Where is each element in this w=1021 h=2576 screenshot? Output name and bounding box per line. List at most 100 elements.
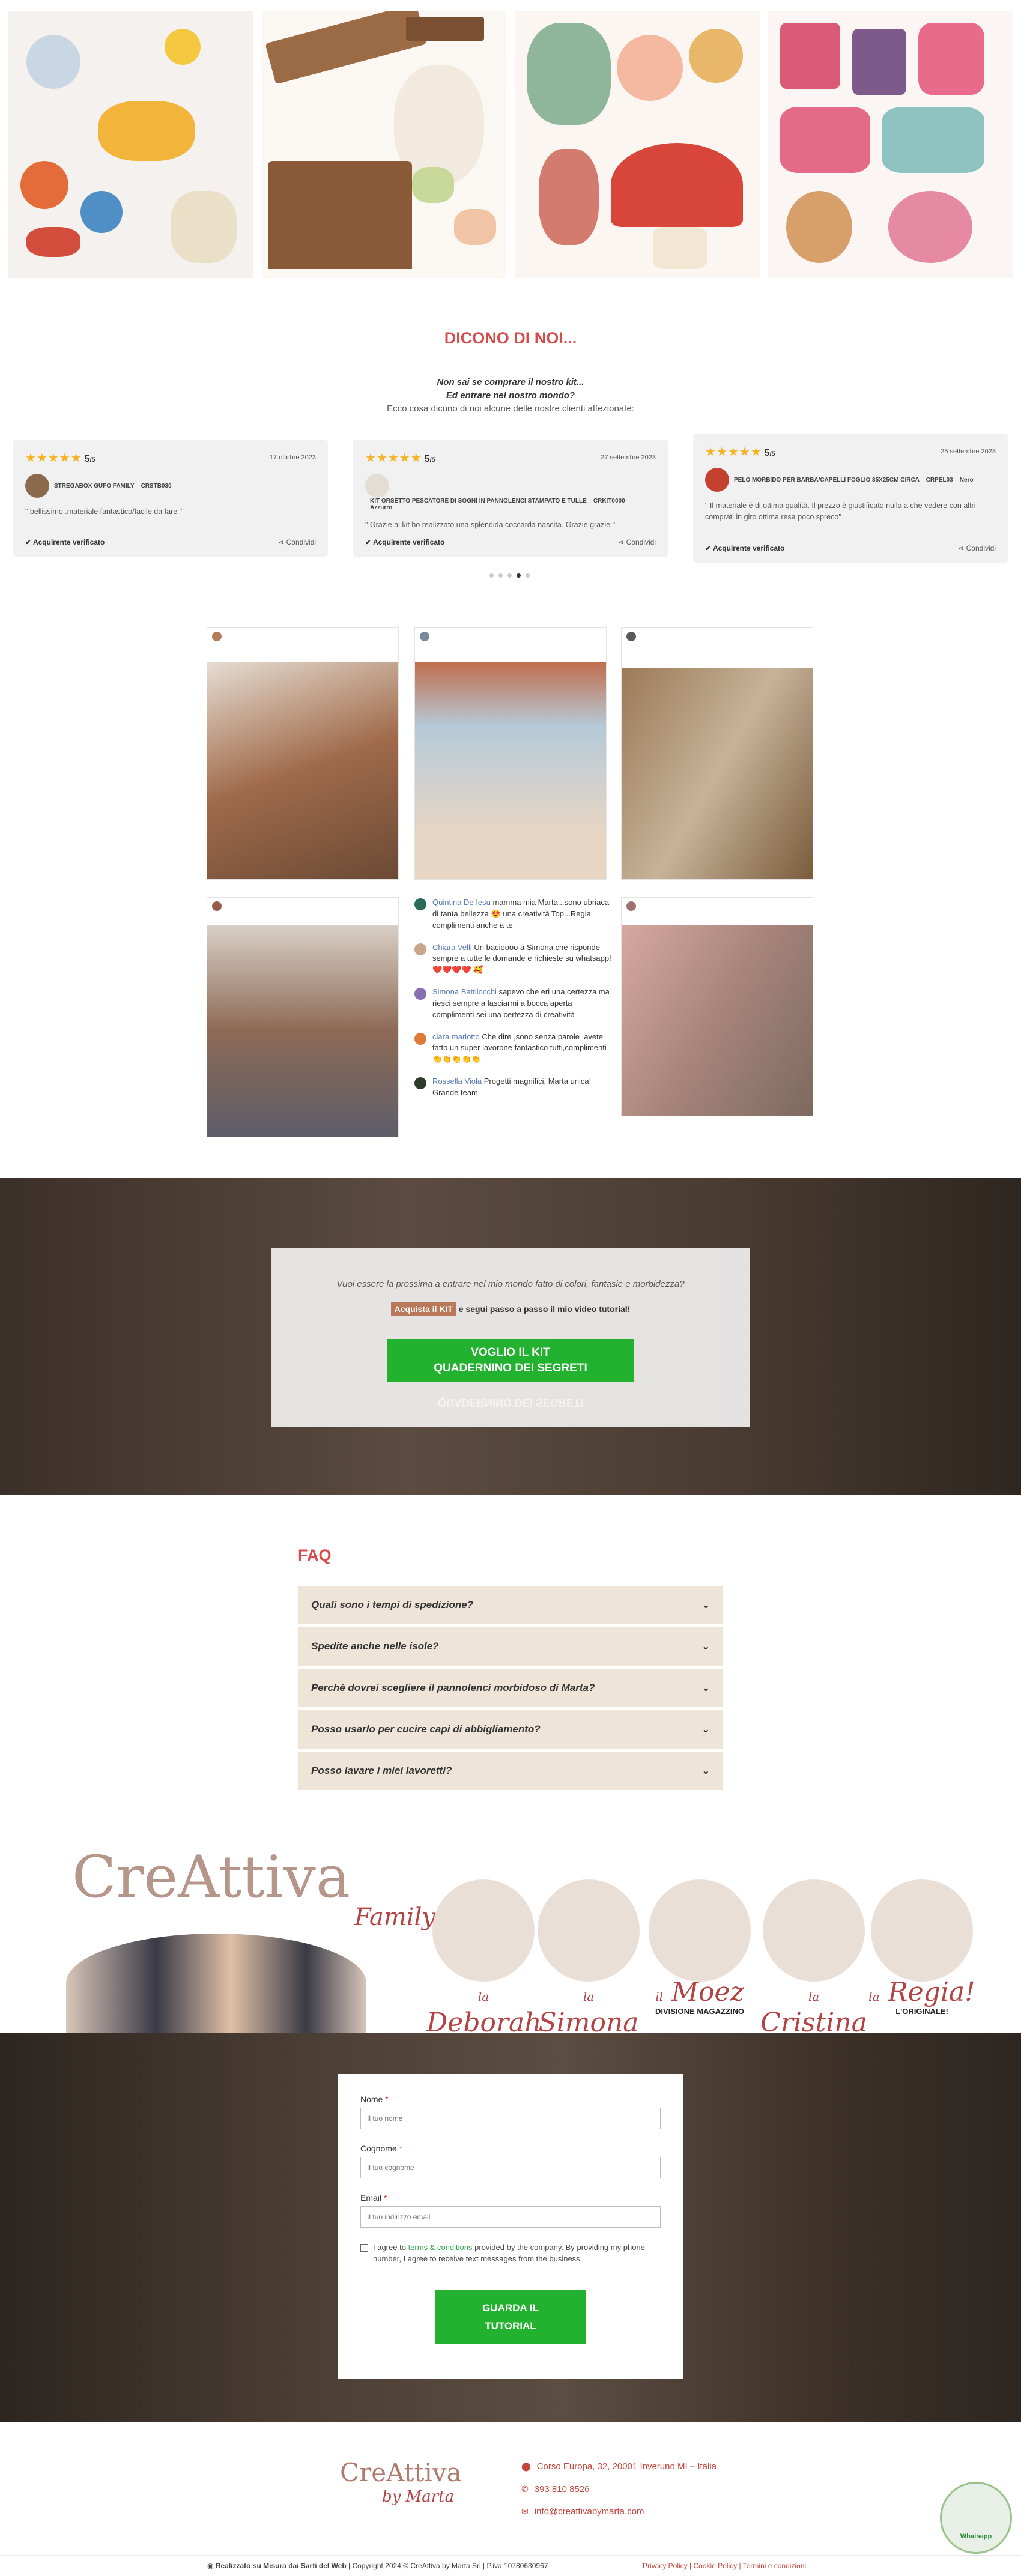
social-post[interactable] xyxy=(621,897,813,1116)
comments-panel: Quintina De Iesu mamma mia Marta...sono … xyxy=(414,897,613,1110)
faq-item[interactable]: Spedite anche nelle isole? ⌄ xyxy=(298,1627,723,1666)
review-card: ★★★★★ 5/5 17 ottobre 2023 STREGABOX GUFO … xyxy=(13,440,328,557)
member-photo xyxy=(763,1879,865,1982)
check-circle-icon: ✔ xyxy=(705,544,712,552)
review-date: 25 settembre 2023 xyxy=(941,448,996,455)
surname-field[interactable] xyxy=(360,2157,661,2178)
watch-tutorial-button[interactable]: GUARDA IL TUTORIAL xyxy=(435,2290,586,2344)
review-product[interactable]: KIT ORSETTO PESCATORE DI SOGNI IN PANNOL… xyxy=(370,498,634,511)
chevron-down-icon: ⌄ xyxy=(701,1725,710,1735)
copyright-bar: ◉ Realizzato su Misura dai Sarti del Web… xyxy=(0,2555,1021,2576)
whatsapp-badge[interactable]: Whatsapp xyxy=(940,2482,1012,2554)
email-field[interactable] xyxy=(360,2206,661,2228)
product-image-farm[interactable] xyxy=(261,11,506,278)
reviews-title: DICONO DI NOI... xyxy=(444,329,577,347)
review-text: " bellissimo..materiale fantastico/facil… xyxy=(25,507,183,516)
social-post[interactable] xyxy=(207,627,399,880)
signup-form: Nome * Cognome * Email * I agree to term… xyxy=(338,2074,683,2379)
avatar xyxy=(414,898,426,910)
legal-links[interactable]: Privacy Policy | Cookie Policy | Termini… xyxy=(643,2562,806,2570)
avatar xyxy=(626,901,636,911)
footer-phone[interactable]: ✆ 393 810 8526 xyxy=(521,2484,590,2494)
surname-label: Cognome * xyxy=(360,2144,403,2153)
post-image xyxy=(622,925,813,1116)
comment: Quintina De Iesu mamma mia Marta...sono … xyxy=(414,897,613,931)
post-image xyxy=(207,662,398,879)
web-tailor-icon: ◉ xyxy=(207,2562,214,2570)
post-image xyxy=(415,662,606,879)
family-group-photo xyxy=(66,1934,366,2033)
chevron-down-icon: ⌄ xyxy=(701,1642,710,1652)
footer: CreAttiva by Marta ⬤ Corso Europa, 32, 20… xyxy=(0,2422,1021,2576)
chevron-down-icon: ⌄ xyxy=(701,1766,710,1776)
comment: Simona Battilocchi sapevo che eri una ce… xyxy=(414,987,613,1021)
comment: clara mariotto Che dire ,sono senza paro… xyxy=(414,1032,613,1066)
kit-link[interactable]: Acquista il KIT xyxy=(390,1302,456,1316)
check-circle-icon: ✔ xyxy=(25,538,32,546)
product-thumbnail xyxy=(705,468,729,492)
faq-item[interactable]: Perché dovrei scegliere il pannolenci mo… xyxy=(298,1669,723,1707)
share-button[interactable]: ⋖ Condividi xyxy=(278,538,316,546)
faq-item[interactable]: Posso usarlo per cucire capi di abbiglia… xyxy=(298,1710,723,1749)
review-date: 27 settembre 2023 xyxy=(601,454,656,461)
post-image xyxy=(207,925,398,1137)
faq-item[interactable]: Posso lavare i miei lavoretti? ⌄ xyxy=(298,1752,723,1790)
cta-subtext: Acquista il KIT e segui passo a passo il… xyxy=(271,1302,750,1316)
social-post[interactable] xyxy=(207,897,399,1137)
faq-title: FAQ xyxy=(298,1546,332,1564)
map-pin-icon: ⬤ xyxy=(521,2461,531,2471)
product-image-town[interactable] xyxy=(768,11,1013,278)
review-product[interactable]: STREGABOX GUFO FAMILY – CRSTB030 xyxy=(54,483,172,489)
faq-item[interactable]: Quali sono i tempi di spedizione? ⌄ xyxy=(298,1586,723,1624)
carousel-dot[interactable] xyxy=(526,573,530,578)
carousel-dot[interactable] xyxy=(498,573,503,578)
product-image-space[interactable] xyxy=(8,11,253,278)
product-thumbnail xyxy=(365,474,389,498)
verified-badge: ✔ Acquirente verificato xyxy=(705,544,785,552)
avatar xyxy=(414,988,426,1000)
team-member: la Simona SERVIZIO CLIENTI xyxy=(532,1879,646,2046)
avatar xyxy=(212,632,222,641)
avatar xyxy=(420,632,429,641)
team-member: la Deborah DIVISIONE INGROSSO xyxy=(426,1879,542,2046)
share-icon: ⋖ xyxy=(618,538,625,546)
post-header xyxy=(207,628,398,653)
star-rating-icon: ★★★★★ xyxy=(705,446,762,459)
review-card: ★★★★★ 5/5 25 settembre 2023 PELO MORBIDO … xyxy=(693,434,1008,563)
product-gallery xyxy=(0,0,1021,288)
buy-kit-button[interactable]: VOGLIO IL KIT QUADERNINO DEI SEGRETI xyxy=(387,1339,634,1382)
comment: Chiara Velli Un bacioooo a Simona che ri… xyxy=(414,942,613,976)
review-product[interactable]: PELO MORBIDO PER BARBA/CAPELLI FOGLIO 35… xyxy=(734,477,974,483)
chevron-down-icon: ⌄ xyxy=(701,1600,710,1610)
footer-logo-sub: by Marta xyxy=(382,2488,455,2506)
footer-email[interactable]: ✉ info@creattivabymarta.com xyxy=(521,2506,644,2517)
name-field[interactable] xyxy=(360,2108,661,2129)
share-icon: ⋖ xyxy=(278,538,285,546)
terms-link[interactable]: terms & conditions xyxy=(408,2243,473,2252)
footer-logo[interactable]: CreAttiva xyxy=(340,2458,462,2487)
review-text: " Grazie al kit ho realizzato una splend… xyxy=(365,521,616,529)
footer-address: ⬤ Corso Europa, 32, 20001 Inveruno MI – I… xyxy=(521,2461,717,2472)
star-rating-icon: ★★★★★ xyxy=(365,452,422,465)
carousel-dot[interactable] xyxy=(489,573,494,578)
carousel-dot[interactable] xyxy=(507,573,512,578)
review-card: ★★★★★ 5/5 27 settembre 2023 KIT ORSETTO P… xyxy=(353,440,668,557)
post-header xyxy=(415,628,606,653)
button-reflection: QUADERNINO DEI SEGRETI xyxy=(437,1397,584,1409)
avatar xyxy=(414,1032,426,1045)
team-section: CreAttiva Family la Deborah DIVISIONE IN… xyxy=(0,1843,1021,2055)
carousel-dots xyxy=(489,573,530,578)
share-button[interactable]: ⋖ Condividi xyxy=(958,544,996,552)
avatar xyxy=(212,901,222,911)
team-member: il Moez DIVISIONE MAGAZZINO xyxy=(643,1879,757,2016)
share-icon: ⋖ xyxy=(958,544,965,552)
social-post[interactable] xyxy=(621,627,813,880)
product-thumbnail xyxy=(25,474,49,498)
member-photo xyxy=(649,1879,751,1982)
post-image xyxy=(622,668,813,879)
carousel-dot-active[interactable] xyxy=(517,573,521,578)
share-button[interactable]: ⋖ Condividi xyxy=(618,538,656,546)
social-post[interactable] xyxy=(414,627,607,880)
terms-checkbox[interactable] xyxy=(360,2244,368,2252)
product-image-gnomes[interactable] xyxy=(515,11,760,278)
